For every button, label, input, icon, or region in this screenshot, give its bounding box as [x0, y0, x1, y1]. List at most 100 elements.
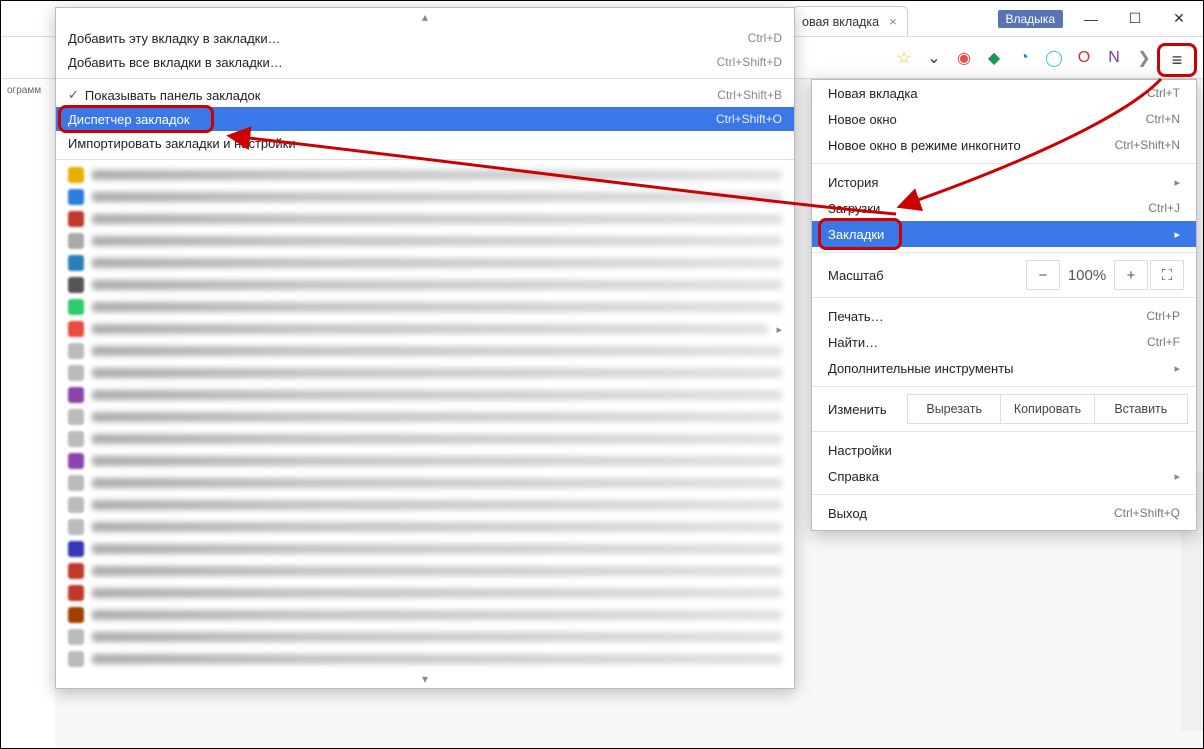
bookmark-item[interactable]	[56, 274, 794, 296]
bookmark-item[interactable]	[56, 406, 794, 428]
menu-shortcut: Ctrl+F	[1147, 335, 1180, 349]
ext-circle-icon[interactable]: ◯	[1041, 45, 1067, 71]
menu-edit-row: Изменить Вырезать Копировать Вставить	[812, 392, 1196, 426]
bookmark-item[interactable]	[56, 362, 794, 384]
menu-downloads[interactable]: Загрузки Ctrl+J	[812, 195, 1196, 221]
menu-shortcut: Ctrl+D	[748, 31, 782, 45]
menu-label: Найти…	[828, 335, 878, 350]
bookmark-item[interactable]	[56, 428, 794, 450]
separator	[812, 252, 1196, 253]
ext-green-icon[interactable]: ◆	[981, 45, 1007, 71]
bookmark-item[interactable]	[56, 252, 794, 274]
menu-label: Справка	[828, 469, 879, 484]
maximize-button[interactable]: ☐	[1119, 8, 1151, 30]
pocket-icon[interactable]: ⌄	[921, 45, 947, 71]
menu-label: Настройки	[828, 443, 892, 458]
bookmark-item[interactable]	[56, 604, 794, 626]
menu-shortcut: Ctrl+T	[1147, 86, 1180, 100]
main-menu: Новая вкладка Ctrl+T Новое окно Ctrl+N Н…	[811, 79, 1197, 531]
zoom-value: 100%	[1062, 260, 1112, 290]
bookmark-item[interactable]	[56, 164, 794, 186]
fullscreen-button[interactable]: ⛶	[1150, 260, 1184, 290]
profile-badge[interactable]: Владыка	[998, 10, 1064, 28]
bookmark-item[interactable]	[56, 560, 794, 582]
copy-button[interactable]: Копировать	[1000, 394, 1094, 424]
bookmark-item[interactable]	[56, 208, 794, 230]
menu-exit[interactable]: Выход Ctrl+Shift+Q	[812, 500, 1196, 526]
bookmarks-submenu: ▴ Добавить эту вкладку в закладки… Ctrl+…	[55, 7, 795, 689]
menu-label: История	[828, 175, 878, 190]
separator	[56, 78, 794, 79]
bookmark-item[interactable]	[56, 538, 794, 560]
menu-label: Диспетчер закладок	[68, 112, 190, 127]
menu-new-tab[interactable]: Новая вкладка Ctrl+T	[812, 80, 1196, 106]
bookmark-item[interactable]	[56, 186, 794, 208]
menu-find[interactable]: Найти… Ctrl+F	[812, 329, 1196, 355]
menu-label: Новая вкладка	[828, 86, 918, 101]
menu-shortcut: Ctrl+J	[1148, 201, 1180, 215]
menu-shortcut: Ctrl+N	[1146, 112, 1180, 126]
menu-label: Добавить эту вкладку в закладки…	[68, 31, 281, 46]
window-controls: Владыка — ☐ ✕	[992, 1, 1204, 36]
menu-zoom: Масштаб − 100% + ⛶	[812, 258, 1196, 292]
menu-label: Дополнительные инструменты	[828, 361, 1014, 376]
menu-history[interactable]: История ▸	[812, 169, 1196, 195]
menu-shortcut: Ctrl+Shift+O	[716, 112, 782, 126]
onenote-icon[interactable]: N	[1101, 45, 1127, 71]
cut-button[interactable]: Вырезать	[907, 394, 1001, 424]
menu-label: Загрузки	[828, 201, 880, 216]
menu-print[interactable]: Печать… Ctrl+P	[812, 303, 1196, 329]
bookmark-item[interactable]	[56, 582, 794, 604]
menu-incognito[interactable]: Новое окно в режиме инкогнито Ctrl+Shift…	[812, 132, 1196, 158]
chevron-right-icon: ▸	[1174, 228, 1180, 241]
bookmark-item[interactable]	[56, 296, 794, 318]
zoom-in-button[interactable]: +	[1114, 260, 1148, 290]
bookmark-item[interactable]	[56, 340, 794, 362]
menu-bookmarks[interactable]: Закладки ▸	[812, 221, 1196, 247]
menu-more-tools[interactable]: Дополнительные инструменты ▸	[812, 355, 1196, 381]
close-icon[interactable]: ×	[889, 14, 897, 29]
menu-import-bookmarks[interactable]: Импортировать закладки и настройки	[56, 131, 794, 155]
chevron-right-icon: ▸	[1174, 362, 1180, 375]
menu-label: Выход	[828, 506, 867, 521]
browser-tab-new[interactable]: овая вкладка ×	[791, 6, 908, 36]
bookmark-item[interactable]	[56, 230, 794, 252]
close-button[interactable]: ✕	[1163, 8, 1195, 30]
bookmark-item[interactable]	[56, 494, 794, 516]
ext-blue-icon[interactable]: ◔	[1011, 45, 1037, 71]
minimize-button[interactable]: —	[1075, 8, 1107, 30]
adblock-icon[interactable]: ◉	[951, 45, 977, 71]
bookmark-item[interactable]	[56, 450, 794, 472]
menu-new-window[interactable]: Новое окно Ctrl+N	[812, 106, 1196, 132]
bookmark-item[interactable]	[56, 648, 794, 670]
main-menu-button[interactable]: ≡	[1157, 43, 1197, 77]
menu-help[interactable]: Справка ▸	[812, 463, 1196, 489]
menu-label: Печать…	[828, 309, 884, 324]
opera-icon[interactable]: O	[1071, 45, 1097, 71]
paste-button[interactable]: Вставить	[1094, 394, 1188, 424]
separator	[812, 386, 1196, 387]
menu-add-all-tabs[interactable]: Добавить все вкладки в закладки… Ctrl+Sh…	[56, 50, 794, 74]
zoom-out-button[interactable]: −	[1026, 260, 1060, 290]
menu-shortcut: Ctrl+Shift+B	[717, 88, 782, 102]
menu-settings[interactable]: Настройки	[812, 437, 1196, 463]
tab-title: овая вкладка	[802, 15, 879, 29]
menu-add-this-tab[interactable]: Добавить эту вкладку в закладки… Ctrl+D	[56, 26, 794, 50]
bookmark-item[interactable]	[56, 384, 794, 406]
bookmark-item[interactable]	[56, 626, 794, 648]
separator	[56, 159, 794, 160]
menu-shortcut: Ctrl+Shift+Q	[1114, 506, 1180, 520]
menu-show-bookmarks-bar[interactable]: ✓ Показывать панель закладок Ctrl+Shift+…	[56, 83, 794, 107]
menu-bookmark-manager[interactable]: Диспетчер закладок Ctrl+Shift+O	[56, 107, 794, 131]
bookmark-item[interactable]	[56, 472, 794, 494]
bookmark-item[interactable]: ▸	[56, 318, 794, 340]
scroll-up-arrow[interactable]: ▴	[56, 8, 794, 26]
bookmark-item[interactable]	[56, 516, 794, 538]
separator	[812, 297, 1196, 298]
scroll-down-arrow[interactable]: ▾	[56, 670, 794, 688]
star-icon[interactable]: ☆	[891, 45, 917, 71]
overflow-icon[interactable]: ❯	[1131, 45, 1157, 71]
background-left-remnant: ограмм	[1, 79, 55, 748]
separator	[812, 494, 1196, 495]
check-icon: ✓	[68, 87, 79, 103]
